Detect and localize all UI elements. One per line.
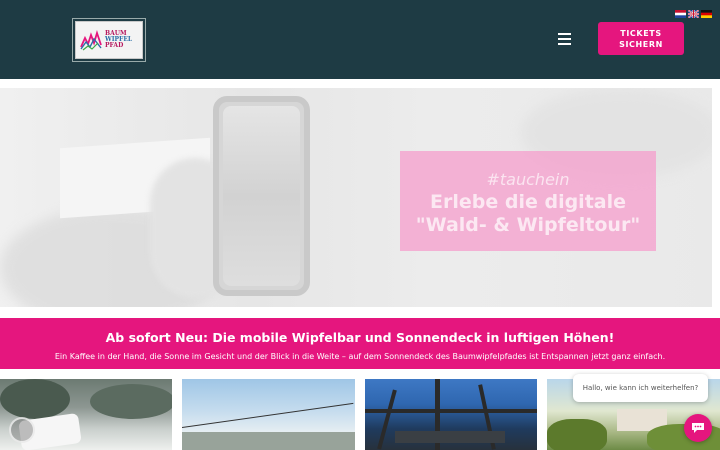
tile-wire-shape — [182, 402, 354, 428]
flag-en-icon[interactable] — [688, 10, 699, 18]
tile-beam-shape — [395, 431, 505, 443]
flag-de-icon[interactable] — [701, 10, 712, 18]
chat-prompt-bubble[interactable]: Hallo, wie kann ich weiterhelfen? — [573, 374, 708, 402]
tile-beam-shape — [377, 389, 397, 450]
tile-beam-shape — [365, 409, 537, 413]
hero-phone-image — [213, 96, 310, 296]
banner-subtitle: Ein Kaffee in der Hand, die Sonne im Ges… — [54, 352, 666, 361]
hamburger-bar — [558, 33, 571, 35]
phone-screen — [223, 106, 300, 286]
logo-wordmark: BAUM WIPFEL PFAD — [105, 31, 132, 49]
tile-tree-shape — [0, 379, 70, 419]
tickets-button[interactable]: TICKETS SICHERN — [598, 22, 684, 55]
hero-title-line-1: Erlebe die digitale — [430, 191, 626, 213]
flag-nl-icon[interactable] — [675, 10, 686, 18]
accessibility-icon[interactable] — [9, 417, 35, 443]
image-tile-tower[interactable] — [365, 379, 537, 450]
banner-title: Ab sofort Neu: Die mobile Wipfelbar und … — [105, 330, 615, 345]
announcement-banner: Ab sofort Neu: Die mobile Wipfelbar und … — [0, 318, 720, 369]
site-header: BAUM WIPFEL PFAD TICKETS SICHERN — [0, 0, 720, 79]
logo-mark-icon — [80, 30, 102, 51]
hero-hashtag: #tauchein — [486, 170, 570, 189]
site-logo[interactable]: BAUM WIPFEL PFAD — [75, 21, 143, 59]
chat-bubble-icon — [692, 423, 704, 433]
hamburger-icon[interactable] — [558, 33, 571, 45]
tile-tree-shape — [90, 384, 172, 419]
hero-title-line-2: "Wald- & Wipfeltour" — [415, 214, 641, 236]
language-switcher — [675, 10, 712, 18]
hero-section: #tauchein Erlebe die digitale "Wald- & W… — [0, 88, 720, 307]
hamburger-bar — [558, 38, 571, 40]
tile-bush-shape — [547, 419, 607, 450]
chat-icon[interactable] — [684, 414, 712, 442]
hero-right-edge — [712, 88, 720, 307]
logo-line-3: PFAD — [105, 42, 124, 49]
image-tile-sky[interactable] — [182, 379, 355, 450]
hero-caption-box: #tauchein Erlebe die digitale "Wald- & W… — [400, 151, 656, 251]
hamburger-bar — [558, 43, 571, 45]
tile-hill-shape — [182, 432, 355, 450]
